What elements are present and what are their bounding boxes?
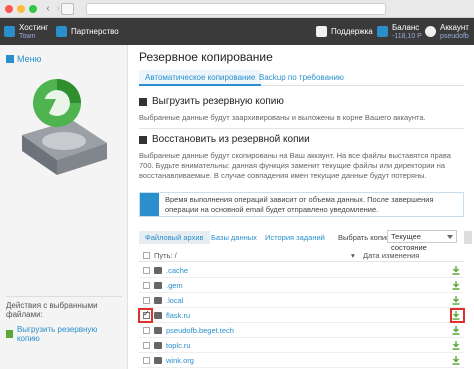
support-label: Поддержка (331, 27, 373, 36)
chevron-down-icon (447, 235, 453, 239)
table-row[interactable]: .local (139, 294, 464, 308)
close-dot[interactable] (5, 5, 13, 13)
tab-databases[interactable]: Базы данных (205, 231, 263, 244)
folder-icon (154, 267, 162, 274)
upload-icon (139, 97, 147, 106)
backup-select-label: Выбрать копию: (338, 233, 394, 242)
file-name[interactable]: flask.ru (166, 310, 190, 322)
tab-on-demand[interactable]: Backup по требованию (253, 70, 350, 86)
file-name[interactable]: pseudofb.beget.tech (166, 325, 234, 337)
col-date[interactable]: Дата изменения (363, 251, 419, 260)
top-toolbar: Хостинг Town Партнерство Поддержка Балан… (0, 18, 474, 45)
download-icon[interactable] (452, 356, 460, 365)
brand-top: Хостинг (19, 22, 49, 32)
address-bar[interactable] (86, 3, 386, 15)
notice-text: Время выполнения операций зависит от объ… (165, 195, 434, 214)
folder-icon (154, 342, 162, 349)
download-highlight (450, 308, 465, 323)
restore-title: Восстановить из резервной копии (152, 134, 310, 145)
account-link[interactable]: Аккаунт pseudofb (425, 18, 469, 45)
selection-highlight (138, 308, 153, 323)
partnership-link[interactable]: Партнерство (56, 18, 119, 45)
menu-label: Меню (17, 54, 42, 64)
col-path[interactable]: Путь: / (154, 251, 177, 260)
menu-button[interactable]: Меню (6, 54, 41, 64)
folder-icon (154, 297, 162, 304)
folder-icon (154, 312, 162, 319)
download-icon[interactable] (452, 266, 460, 275)
folder-icon (154, 327, 162, 334)
table-header: Путь: / Дата изменения ▾ (139, 250, 464, 262)
file-name[interactable]: toplc.ru (166, 340, 191, 352)
download-icon[interactable] (452, 341, 460, 350)
row-checkbox[interactable] (143, 267, 150, 274)
table-row[interactable]: pseudofb.beget.tech (139, 324, 464, 338)
row-checkbox[interactable] (143, 327, 150, 334)
backup-select[interactable]: Текущее состояние (387, 230, 457, 252)
row-checkbox[interactable] (143, 357, 150, 364)
download-icon[interactable] (452, 296, 460, 305)
table-row[interactable]: flask.ru ✓ (138, 308, 465, 323)
download-icon (6, 330, 13, 338)
partnership-label: Партнерство (71, 27, 119, 36)
brand-logo[interactable]: Хостинг Town (4, 18, 48, 45)
folder-icon (154, 357, 162, 364)
scrollbar[interactable] (464, 231, 472, 244)
folder-icon (154, 282, 162, 289)
balance-link[interactable]: Баланс -118,10 Р (377, 18, 422, 45)
wallet-icon (377, 26, 388, 37)
download-icon[interactable] (452, 326, 460, 335)
tab-file-archive[interactable]: Файловый архив (139, 231, 210, 244)
actions-title: Действия с выбранными файлами: (6, 301, 98, 319)
table-row[interactable]: .cache (139, 264, 464, 278)
select-all-checkbox[interactable] (143, 252, 150, 259)
file-name[interactable]: .local (166, 295, 184, 307)
row-checkbox[interactable] (143, 342, 150, 349)
tab-automatic[interactable]: Автоматическое копирование (139, 70, 262, 86)
table-row[interactable]: toplc.ru (139, 339, 464, 353)
partnership-icon (56, 26, 67, 37)
account-icon (425, 26, 436, 37)
cloud-icon (140, 193, 159, 216)
brand-bottom: Town (19, 32, 36, 40)
file-name[interactable]: .gem (166, 280, 183, 292)
download-backup-action[interactable]: Выгрузить резервную копию (6, 325, 122, 343)
backup-select-value: Текущее состояние (391, 232, 427, 252)
download-icon[interactable] (452, 281, 460, 290)
restore-description: Выбранные данные будут скопированы на Ва… (139, 151, 451, 180)
restore-section-title: Восстановить из резервной копии (139, 134, 310, 145)
account-value: pseudofb (440, 32, 469, 40)
row-checkbox[interactable] (143, 297, 150, 304)
row-checkbox[interactable] (143, 282, 150, 289)
file-name[interactable]: .cache (166, 265, 188, 277)
file-name[interactable]: wink.org (166, 355, 194, 367)
divider (139, 128, 464, 129)
maximize-dot[interactable] (29, 5, 37, 13)
info-notice: Время выполнения операций зависит от объ… (139, 192, 464, 217)
page-title: Резервное копирование (139, 50, 273, 64)
file-actions-panel: Действия с выбранными файлами: Выгрузить… (6, 296, 122, 343)
tab-task-history[interactable]: История заданий (259, 231, 331, 244)
export-title: Выгрузить резервную копию (152, 96, 284, 107)
export-section-title: Выгрузить резервную копию (139, 96, 284, 107)
table-row[interactable]: wink.org (139, 354, 464, 368)
account-label: Аккаунт (440, 22, 469, 32)
menu-icon (6, 55, 14, 63)
home-logo-icon (4, 26, 15, 37)
balance-label: Баланс (392, 22, 420, 32)
export-description: Выбранные данные будут заархивированы и … (139, 113, 426, 122)
support-icon (316, 26, 327, 37)
backup-tabs: Автоматическое копирование Backup по тре… (139, 70, 464, 86)
backup-illustration (22, 79, 107, 175)
home-icon[interactable] (61, 3, 74, 15)
sort-icon[interactable]: ▾ (351, 251, 355, 260)
download-backup-label: Выгрузить резервную копию (16, 325, 98, 343)
browser-chrome: ‹ › (0, 0, 474, 18)
table-row[interactable]: .gem (139, 279, 464, 293)
minimize-dot[interactable] (17, 5, 25, 13)
balance-value: -118,10 Р (392, 32, 422, 40)
restore-icon (139, 135, 147, 144)
support-link[interactable]: Поддержка (316, 18, 373, 45)
